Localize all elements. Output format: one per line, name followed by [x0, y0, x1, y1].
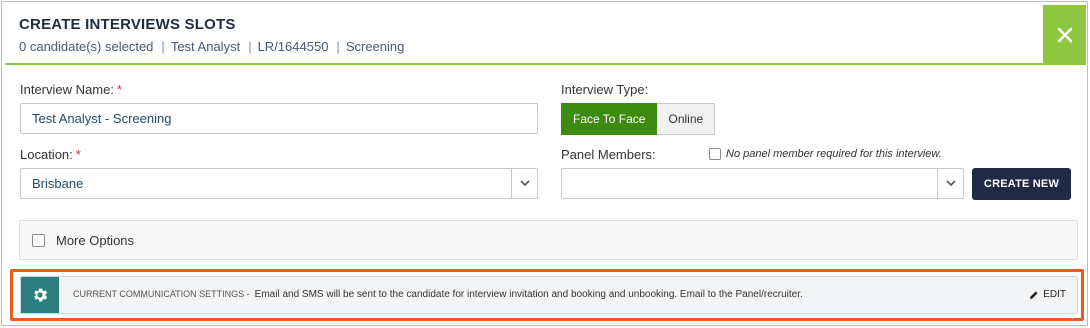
- chevron-down-icon: [945, 180, 956, 187]
- required-mark: *: [75, 147, 81, 162]
- edit-communication-button[interactable]: EDIT: [1029, 289, 1066, 300]
- interview-name-label: Interview Name: *: [20, 82, 122, 97]
- location-select[interactable]: Brisbane: [20, 168, 538, 199]
- chevron-down-icon: [519, 180, 530, 187]
- interview-type-toggle: Face To Face Online: [561, 103, 716, 135]
- dialog-header: CREATE INTERVIEWS SLOTS 0 candidate(s) s…: [5, 5, 1086, 65]
- job-title: Test Analyst: [170, 39, 241, 54]
- job-reference: LR/1644550: [257, 39, 329, 54]
- interview-name-label-text: Interview Name:: [20, 82, 114, 97]
- dialog-title: CREATE INTERVIEWS SLOTS: [19, 16, 236, 33]
- interview-name-input[interactable]: Test Analyst - Screening: [20, 103, 538, 134]
- communication-settings-key: CURRENT COMMUNICATION SETTINGS -: [73, 289, 250, 299]
- gear-icon: [34, 288, 48, 302]
- panel-members-dropdown-toggle[interactable]: [937, 169, 963, 198]
- dialog-subtitle: 0 candidate(s) selected | Test Analyst | LR/…: [19, 39, 404, 54]
- no-panel-required[interactable]: No panel member required for this interv…: [709, 148, 942, 160]
- separator: |: [161, 39, 165, 54]
- interview-type-label: Interview Type:: [561, 82, 649, 97]
- more-options-panel[interactable]: More Options: [19, 220, 1078, 260]
- interview-name-value: Test Analyst - Screening: [32, 111, 172, 126]
- selected-count: 0 candidate(s) selected: [19, 39, 154, 54]
- face-to-face-option[interactable]: Face To Face: [561, 103, 658, 135]
- pencil-icon: [1030, 290, 1038, 299]
- communication-settings-icon-box: [21, 277, 59, 313]
- close-button[interactable]: [1043, 5, 1086, 65]
- location-label: Location: *: [20, 147, 81, 162]
- separator: |: [336, 39, 340, 54]
- panel-members-label: Panel Members:: [561, 147, 656, 162]
- panel-members-select[interactable]: [561, 168, 964, 199]
- communication-settings-description: Email and SMS will be sent to the candid…: [254, 289, 803, 300]
- required-mark: *: [116, 82, 122, 97]
- no-panel-label: No panel member required for this interv…: [726, 148, 942, 160]
- close-icon: [1057, 27, 1072, 43]
- no-panel-checkbox[interactable]: [709, 148, 721, 160]
- more-options-checkbox[interactable]: [32, 233, 45, 247]
- communication-settings-text: CURRENT COMMUNICATION SETTINGS - Email an…: [73, 289, 803, 300]
- more-options-label: More Options: [56, 232, 135, 248]
- online-option[interactable]: Online: [657, 103, 716, 135]
- stage-name: Screening: [345, 39, 405, 54]
- communication-settings-bar: CURRENT COMMUNICATION SETTINGS - Email an…: [20, 276, 1078, 314]
- location-label-text: Location:: [20, 147, 73, 162]
- create-new-button[interactable]: CREATE NEW: [972, 168, 1071, 200]
- separator: |: [248, 39, 252, 54]
- edit-label: EDIT: [1043, 289, 1066, 300]
- location-value: Brisbane: [32, 176, 84, 191]
- location-dropdown-toggle[interactable]: [511, 169, 537, 198]
